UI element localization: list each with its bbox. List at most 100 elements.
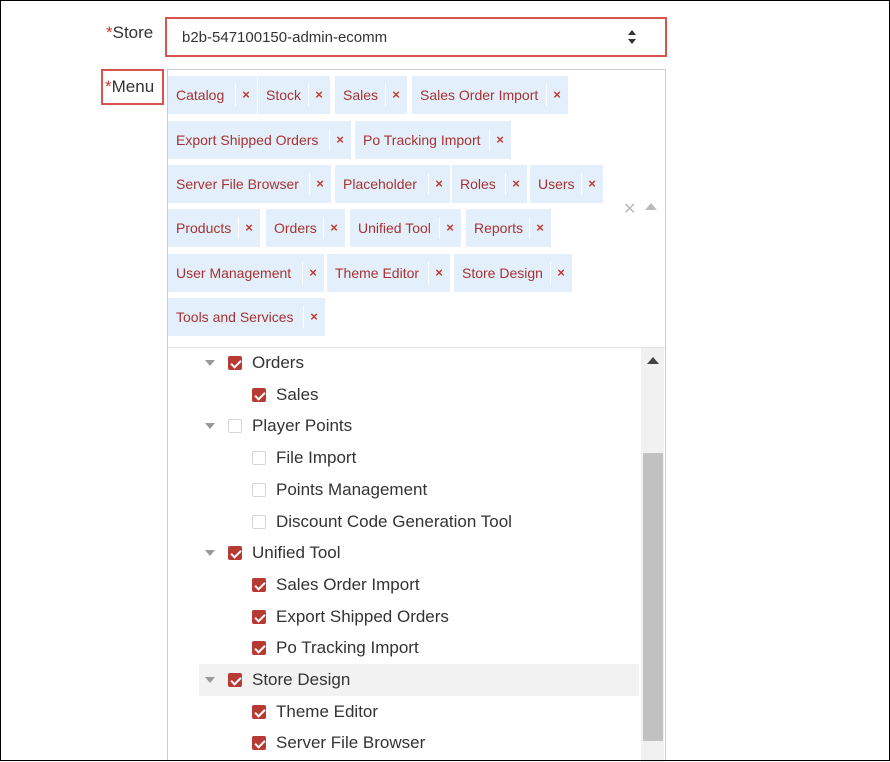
remove-chip-icon[interactable]: × bbox=[428, 165, 450, 203]
tree-item[interactable]: Theme Editor bbox=[199, 696, 639, 728]
menu-label-text: Menu bbox=[111, 77, 155, 96]
chip-label: Users bbox=[538, 176, 575, 192]
menu-chip: Export Shipped Orders × bbox=[168, 121, 351, 159]
tree-item[interactable]: Po Tracking Import bbox=[199, 632, 639, 664]
clear-all-icon[interactable]: ✕ bbox=[623, 199, 636, 219]
remove-chip-icon[interactable]: × bbox=[302, 254, 324, 292]
tree-item-checkbox[interactable] bbox=[228, 419, 242, 434]
remove-chip-icon[interactable]: × bbox=[329, 121, 351, 159]
tree-item-label: Theme Editor bbox=[276, 701, 379, 721]
remove-chip-icon[interactable]: × bbox=[235, 76, 257, 114]
tree-item-label: Points Management bbox=[276, 479, 428, 499]
remove-chip-icon[interactable]: × bbox=[439, 209, 461, 247]
tree-item[interactable]: File Import bbox=[199, 442, 639, 474]
chip-label: Products bbox=[176, 220, 232, 236]
chip-label: Server File Browser bbox=[176, 176, 299, 192]
store-select[interactable]: b2b-547100150-admin-ecomm bbox=[165, 17, 667, 57]
tree-item-checkbox[interactable] bbox=[252, 609, 266, 624]
tree-item-checkbox[interactable] bbox=[252, 704, 266, 719]
expand-toggle-icon[interactable] bbox=[205, 423, 215, 430]
menu-chip: Po Tracking Import × bbox=[355, 121, 511, 159]
tree-item-checkbox[interactable] bbox=[252, 451, 266, 466]
menu-chip: Tools and Services × bbox=[168, 298, 325, 336]
menu-label: *Menu bbox=[101, 69, 164, 105]
tree-item-label: Store Design bbox=[252, 670, 351, 689]
chip-label: User Management bbox=[176, 265, 292, 281]
menu-chip: Theme Editor × bbox=[327, 254, 450, 292]
chip-label: Tools and Services bbox=[176, 309, 294, 325]
tree-item-checkbox[interactable] bbox=[228, 356, 242, 370]
chip-label: Theme Editor bbox=[335, 265, 420, 281]
chip-label: Store Design bbox=[462, 265, 543, 281]
chip-label: Stock bbox=[266, 87, 302, 103]
store-label: *Store bbox=[106, 23, 153, 43]
chip-label: Unified Tool bbox=[358, 220, 431, 236]
scroll-up-icon[interactable] bbox=[647, 357, 659, 364]
collapse-arrow-icon[interactable] bbox=[645, 203, 657, 210]
tree-item-checkbox[interactable] bbox=[252, 387, 266, 402]
menu-chip: Catalog × bbox=[168, 76, 257, 114]
menu-chip: Products × bbox=[168, 209, 260, 247]
tree-item-checkbox[interactable] bbox=[252, 514, 266, 529]
remove-chip-icon[interactable]: × bbox=[428, 254, 450, 292]
remove-chip-icon[interactable]: × bbox=[308, 76, 330, 114]
chip-label: Sales bbox=[343, 87, 379, 103]
tree-item[interactable]: Player Points bbox=[199, 410, 639, 442]
tree-item-checkbox[interactable] bbox=[228, 673, 242, 687]
tree-item-checkbox[interactable] bbox=[252, 736, 266, 751]
tree-item-label: Orders bbox=[252, 353, 304, 372]
tree-item-label: Player Points bbox=[252, 416, 353, 436]
expand-toggle-icon[interactable] bbox=[205, 550, 215, 557]
tree-item[interactable]: Points Management bbox=[199, 474, 639, 506]
remove-chip-icon[interactable]: × bbox=[385, 76, 407, 114]
remove-chip-icon[interactable]: × bbox=[489, 121, 511, 159]
remove-chip-icon[interactable]: × bbox=[546, 76, 568, 114]
menu-chip: Placeholder × bbox=[335, 165, 450, 203]
menu-chip: Roles × bbox=[452, 165, 527, 203]
chip-label: Orders bbox=[274, 220, 317, 236]
tree-item[interactable]: Sales Order Import bbox=[199, 569, 639, 601]
menu-chip: Unified Tool × bbox=[350, 209, 461, 247]
chip-label: Reports bbox=[474, 220, 524, 236]
tree-item-label: Server File Browser bbox=[276, 733, 426, 753]
menu-chip: Server File Browser × bbox=[168, 165, 331, 203]
menu-tree: Orders Sales Player Points File Import Point… bbox=[168, 347, 667, 762]
tree-item[interactable]: Discount Code Generation Tool bbox=[199, 506, 639, 538]
tree-item-checkbox[interactable] bbox=[228, 546, 242, 561]
tree-item-label: File Import bbox=[276, 448, 357, 468]
remove-chip-icon[interactable]: × bbox=[309, 165, 331, 203]
expand-toggle-icon[interactable] bbox=[205, 360, 215, 366]
scrollbar-thumb[interactable] bbox=[643, 453, 663, 741]
tree-item[interactable]: Export Shipped Orders bbox=[199, 601, 639, 633]
tree-item-label: Sales bbox=[276, 384, 319, 404]
menu-chip: Users × bbox=[530, 165, 603, 203]
tree-item[interactable]: Store Design bbox=[199, 664, 639, 696]
tree-item[interactable]: Server File Browser bbox=[199, 727, 639, 759]
remove-chip-icon[interactable]: × bbox=[550, 254, 572, 292]
store-label-text: Store bbox=[112, 23, 154, 42]
remove-chip-icon[interactable]: × bbox=[303, 298, 325, 336]
sort-caret-icon bbox=[628, 30, 636, 44]
store-select-value: b2b-547100150-admin-ecomm bbox=[182, 29, 388, 46]
tree-item[interactable]: Unified Tool bbox=[199, 537, 639, 569]
remove-chip-icon[interactable]: × bbox=[581, 165, 603, 203]
menu-multiselect[interactable]: Catalog × Stock × Sales × Sales Order Import × E… bbox=[167, 69, 667, 762]
tree-item[interactable]: Sales bbox=[199, 379, 639, 411]
tree-item-checkbox[interactable] bbox=[252, 577, 266, 592]
chip-label: Po Tracking Import bbox=[363, 132, 481, 148]
tree-item-label: Unified Tool bbox=[252, 543, 341, 563]
remove-chip-icon[interactable]: × bbox=[238, 209, 260, 247]
menu-chip: Orders × bbox=[266, 209, 345, 247]
tree-item-label: Sales Order Import bbox=[276, 574, 420, 594]
remove-chip-icon[interactable]: × bbox=[529, 209, 551, 247]
tree-item-checkbox[interactable] bbox=[252, 482, 266, 497]
remove-chip-icon[interactable]: × bbox=[323, 209, 345, 247]
tree-item[interactable]: Orders bbox=[199, 348, 639, 379]
tree-item-label: Discount Code Generation Tool bbox=[276, 511, 512, 531]
expand-toggle-icon[interactable] bbox=[205, 677, 215, 683]
menu-chip: User Management × bbox=[168, 254, 324, 292]
tree-item-checkbox[interactable] bbox=[252, 641, 266, 656]
remove-chip-icon[interactable]: × bbox=[505, 165, 527, 203]
chip-label: Placeholder bbox=[343, 176, 417, 192]
scrollbar[interactable] bbox=[641, 348, 664, 762]
